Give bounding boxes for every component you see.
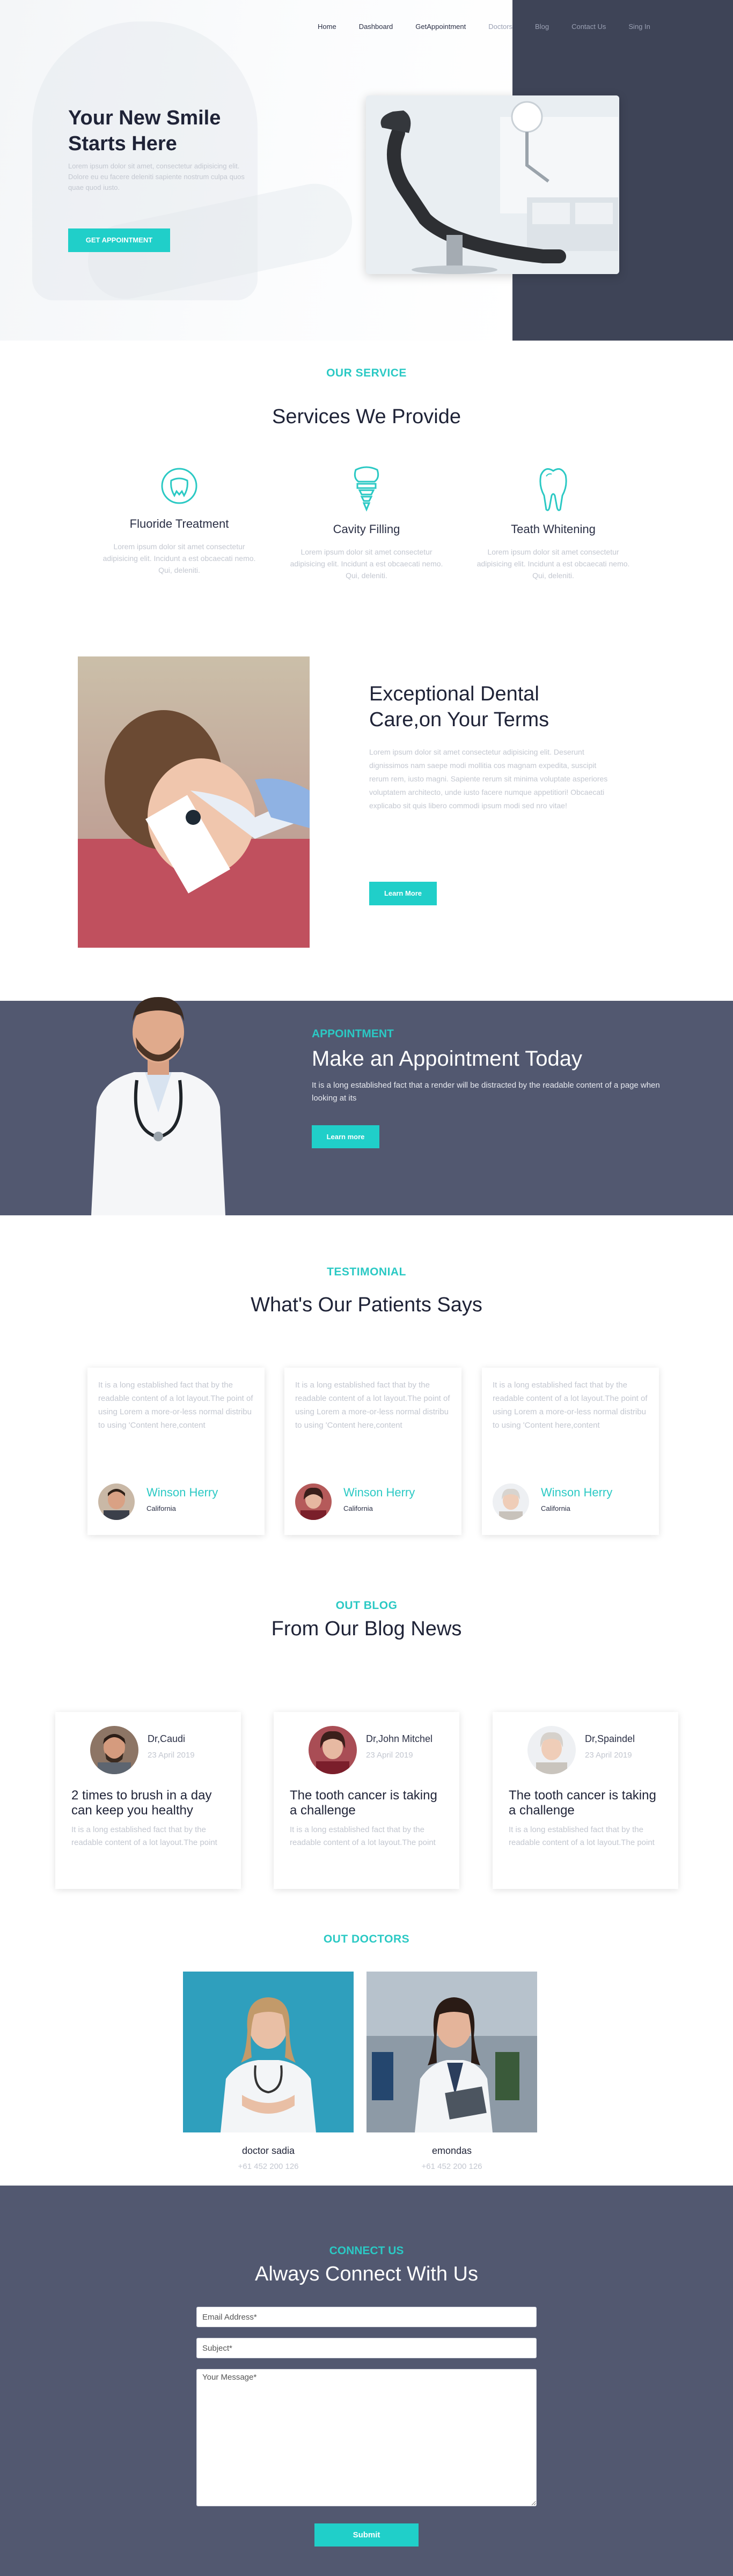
service-title: Teath Whitening (511, 522, 596, 536)
doctor-card[interactable]: emondas +61 452 200 126 (366, 1972, 537, 2171)
doctor-photo (80, 973, 236, 1215)
testimonial-card: It is a long established fact that by th… (87, 1368, 265, 1535)
nav-contact-us[interactable]: Contact Us (571, 23, 606, 31)
testimonial-text: It is a long established fact that by th… (98, 1381, 253, 1430)
patient-avatar (493, 1483, 529, 1520)
nav-get-appointment[interactable]: GetAppointment (415, 23, 466, 31)
blog-author: Dr,Spaindel (585, 1733, 635, 1744)
patient-name: Winson Herry (541, 1486, 613, 1499)
author-avatar (527, 1726, 576, 1774)
blog-post-title[interactable]: The tooth cancer is taking a challenge (509, 1788, 664, 1818)
patient-name: Winson Herry (343, 1486, 415, 1499)
blog-label: OUT BLOG (335, 1599, 398, 1612)
patient-name: Winson Herry (146, 1486, 218, 1499)
get-appointment-button[interactable]: GET APPOINTMENT (68, 228, 170, 252)
appointment-text: It is a long established fact that a ren… (312, 1081, 660, 1103)
blog-post-title[interactable]: The tooth cancer is taking a challenge (290, 1788, 445, 1818)
appointment-label: APPOINTMENT (312, 1028, 394, 1040)
patient-location: California (343, 1504, 373, 1512)
hero-text: Lorem ipsum dolor sit amet, consectetur … (68, 162, 245, 191)
doctor-photo (366, 1972, 537, 2132)
blog-date: 23 April 2019 (366, 1751, 413, 1760)
feature-title: Exceptional Dental Care,on Your Terms (369, 683, 549, 731)
blog-card[interactable]: Dr,Spaindel 23 April 2019 The tooth canc… (493, 1712, 678, 1889)
testimonial-card: It is a long established fact that by th… (284, 1368, 461, 1535)
testimonial-text: It is a long established fact that by th… (493, 1381, 648, 1430)
doctor-name: doctor sadia (241, 2145, 295, 2156)
appointment-title: Make an Appointment Today (312, 1047, 583, 1071)
doctor-name: emondas (431, 2145, 472, 2156)
doctors-label: OUT DOCTORS (323, 1933, 410, 1945)
subject-field[interactable] (196, 2338, 537, 2358)
patient-location: California (541, 1504, 570, 1512)
blog-card[interactable]: Dr,John Mitchel 23 April 2019 The tooth … (274, 1712, 459, 1889)
patient-photo (78, 656, 310, 948)
service-fluoride: Fluoride Treatment Lorem ipsum dolor sit… (91, 464, 268, 576)
nav-sign-in[interactable]: Sing In (628, 23, 650, 31)
feature-text: Lorem ipsum dolor sit amet consectetur a… (369, 748, 608, 810)
blog-excerpt: It is a long established fact that by th… (71, 1825, 217, 1847)
nav-doctors[interactable]: Doctors (488, 23, 512, 31)
service-title: Cavity Filling (333, 522, 400, 536)
submit-button[interactable]: Submit (314, 2523, 419, 2547)
blog-card[interactable]: Dr,Caudi 23 April 2019 2 times to brush … (55, 1712, 241, 1889)
dental-chair-image (366, 95, 619, 274)
doctor-phone: +61 452 200 126 (421, 2162, 482, 2171)
patient-location: California (146, 1504, 176, 1512)
service-text: Lorem ipsum dolor sit amet consectetur a… (290, 548, 443, 580)
hero-title: Your New Smile Starts Here (68, 107, 221, 155)
nav-home[interactable]: Home (318, 23, 336, 31)
appointment-learn-more-button[interactable]: Learn more (312, 1125, 379, 1148)
doctor-phone: +61 452 200 126 (238, 2162, 299, 2171)
tooth-icon (539, 468, 567, 511)
blog-author: Dr,Caudi (148, 1733, 186, 1744)
blog-date: 23 April 2019 (148, 1751, 195, 1760)
author-avatar (90, 1726, 138, 1774)
blog-excerpt: It is a long established fact that by th… (509, 1825, 655, 1847)
testimonial-card: It is a long established fact that by th… (482, 1368, 659, 1535)
patient-avatar (295, 1483, 332, 1520)
learn-more-button[interactable]: Learn More (369, 882, 437, 905)
tooth-shield-icon (161, 468, 197, 504)
service-text: Lorem ipsum dolor sit amet consectetur a… (477, 548, 630, 580)
page: Home Dashboard GetAppointment Doctors Bl… (0, 0, 733, 2576)
dental-implant-icon (354, 466, 379, 512)
blog-date: 23 April 2019 (585, 1751, 632, 1760)
contact-section: CONNECT US Always Connect With Us Submit (0, 2186, 733, 2576)
service-title: Fluoride Treatment (129, 517, 229, 530)
blog-title: From Our Blog News (271, 1618, 462, 1640)
testimonial-text: It is a long established fact that by th… (295, 1381, 450, 1430)
nav-dashboard[interactable]: Dashboard (359, 23, 393, 31)
message-textarea[interactable] (196, 2369, 537, 2506)
blog-author: Dr,John Mitchel (366, 1733, 433, 1744)
contact-title: Always Connect With Us (254, 2263, 478, 2285)
testimonial-label: TESTIMONIAL (327, 1266, 406, 1278)
doctor-card[interactable]: doctor sadia +61 452 200 126 (183, 1972, 354, 2171)
services-label: OUR SERVICE (326, 367, 407, 379)
service-cavity-filling: Cavity Filling Lorem ipsum dolor sit ame… (278, 464, 455, 581)
contact-label: CONNECT US (329, 2245, 404, 2257)
testimonial-title: What's Our Patients Says (251, 1294, 482, 1316)
author-avatar (309, 1726, 357, 1774)
patient-avatar (98, 1483, 135, 1520)
blog-excerpt: It is a long established fact that by th… (290, 1825, 436, 1847)
email-field[interactable] (196, 2307, 537, 2327)
appointment-section: APPOINTMENT Make an Appointment Today It… (0, 997, 733, 1215)
main-nav: Home Dashboard GetAppointment Doctors Bl… (318, 23, 673, 31)
doctor-photo (183, 1972, 354, 2132)
blog-post-title[interactable]: 2 times to brush in a day can keep you h… (71, 1788, 227, 1818)
services-title: Services We Provide (272, 405, 461, 428)
hero-section: Home Dashboard GetAppointment Doctors Bl… (0, 0, 733, 341)
service-text: Lorem ipsum dolor sit amet consectetur a… (102, 542, 256, 574)
service-teeth-whitening: Teath Whitening Lorem ipsum dolor sit am… (465, 464, 642, 581)
nav-blog[interactable]: Blog (535, 23, 549, 31)
